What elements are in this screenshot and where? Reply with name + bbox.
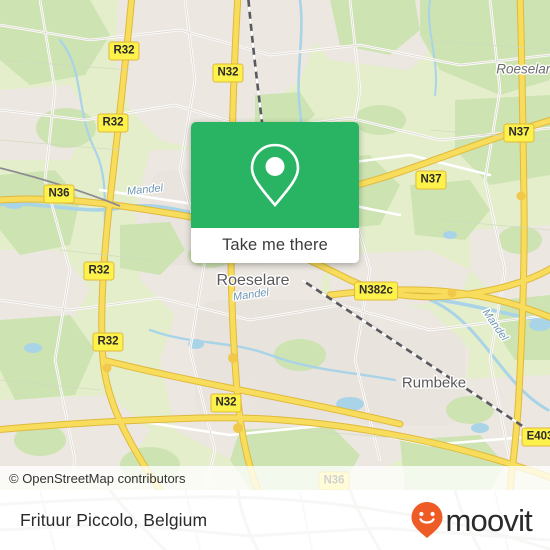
take-me-there-card[interactable]: Take me there: [191, 122, 359, 263]
map-attribution-bar: © OpenStreetMap contributors: [0, 466, 550, 490]
road-shield[interactable]: N382c: [354, 281, 398, 301]
map-view[interactable]: Roeselare Rumbeke Roeselare Mandel Mande…: [0, 0, 550, 490]
road-shield[interactable]: R32: [83, 261, 115, 281]
road-shield[interactable]: R32: [97, 113, 129, 133]
map-place-label: Roeselare: [216, 272, 290, 289]
road-shield[interactable]: N37: [503, 123, 535, 143]
road-shield[interactable]: R32: [92, 332, 124, 352]
map-area-label: Roeselare: [496, 61, 550, 77]
moovit-place-card-screen: Roeselare Rumbeke Roeselare Mandel Mande…: [0, 0, 550, 550]
take-me-there-label: Take me there: [222, 236, 328, 254]
road-shield[interactable]: N32: [210, 393, 242, 413]
osm-attribution-text[interactable]: © OpenStreetMap contributors: [0, 471, 186, 486]
map-place-label: Rumbeke: [401, 374, 467, 392]
road-shield[interactable]: N37: [415, 170, 447, 190]
road-shield[interactable]: N32: [212, 63, 244, 83]
card-pin-area: [191, 122, 359, 228]
take-me-there-button[interactable]: Take me there: [191, 228, 359, 263]
moovit-pin-smile-icon: [411, 502, 443, 538]
footer-content: Frituur Piccolo, Belgium moovit: [0, 490, 550, 550]
moovit-brand[interactable]: moovit: [410, 501, 550, 539]
footer-bar: Frituur Piccolo, Belgium moovit: [0, 490, 550, 550]
road-shield[interactable]: N36: [43, 184, 75, 204]
location-pin-icon: [250, 143, 300, 208]
road-shield[interactable]: E403: [521, 427, 550, 447]
road-shield[interactable]: R32: [108, 41, 140, 61]
moovit-wordmark: moovit: [445, 502, 532, 538]
place-title: Frituur Piccolo, Belgium: [20, 509, 208, 530]
